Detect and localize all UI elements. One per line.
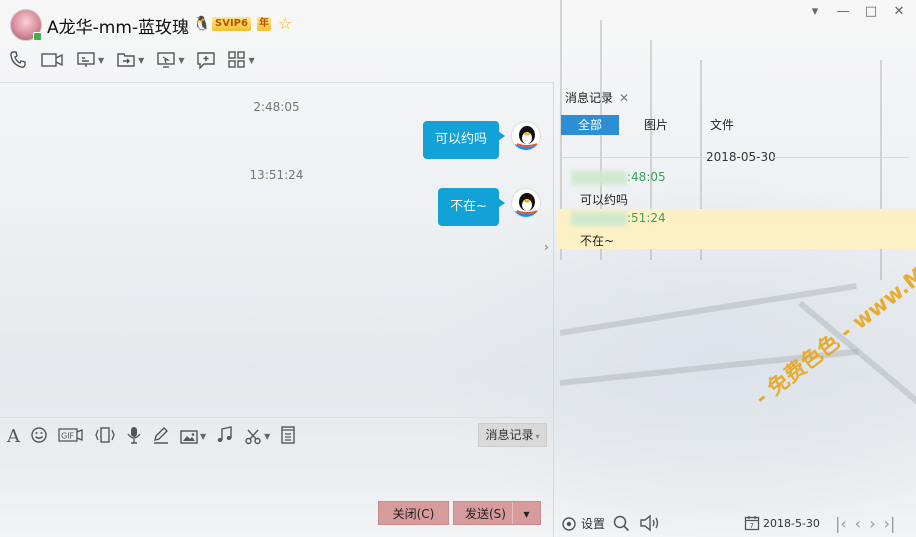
history-time: :48:05 [571,170,666,185]
speaker-icon[interactable] [639,514,661,535]
online-status-icon [33,32,42,41]
message-input[interactable] [0,451,553,497]
message-row: 可以约吗 [422,121,541,159]
first-page-icon[interactable]: |‹ [835,514,847,533]
close-tab-icon[interactable]: ✕ [619,91,629,105]
video-icon[interactable] [40,50,64,70]
collapse-panel-icon[interactable]: › [544,240,549,254]
remote-desktop-icon[interactable]: ▼ [156,50,184,70]
filter-all[interactable]: 全部 [561,115,619,135]
history-date: 2018-05-30 [706,150,776,164]
file-transfer-icon[interactable]: ▼ [116,50,144,70]
shake-icon[interactable] [94,426,116,447]
screenshot-icon[interactable]: ▼ [244,428,270,446]
send-button[interactable]: 发送(S) ▾ [453,501,541,525]
next-page-icon[interactable]: › [869,514,875,533]
date-picker-value: 2018-5-30 [763,516,820,530]
screen-share-icon[interactable]: ▼ [76,50,104,70]
date-separator: 2018-05-30 [554,150,916,164]
settings-label: 设置 [581,517,606,531]
tab-message-history[interactable]: 消息记录 ✕ [565,89,629,106]
send-label: 发送(S) [465,507,506,521]
handwriting-icon[interactable] [152,426,170,447]
message-timestamp: 13:51:24 [249,168,304,182]
vip-badges: 🐧 SVIP6 年 ☆ [193,14,292,33]
history-text: 不在~ [580,234,615,248]
chat-header: A龙华-mm-蓝玫瑰 🐧 SVIP6 年 ☆ ▾ — □ ✕ ▼ ▼ ▼ ▼ [0,0,916,82]
send-options-dropdown[interactable]: ▾ [512,502,540,524]
close-button[interactable]: 关闭(C) [378,501,449,525]
search-icon[interactable] [613,515,630,535]
message-list[interactable]: 2:48:05 可以约吗 13:51:24 不在~ [0,82,553,417]
message-timestamp: 2:48:05 [253,100,300,114]
minimize-icon[interactable]: — [836,4,850,19]
svg-text:GIF: GIF [61,432,75,441]
history-text: 可以约吗 [580,193,629,207]
emoji-icon[interactable] [30,426,48,447]
add-app-icon[interactable] [196,50,216,70]
settings-button[interactable]: 设置 [561,515,605,532]
qq-avatar[interactable] [511,188,541,218]
page-nav: |‹ ‹ › ›| [835,514,895,533]
close-icon[interactable]: ✕ [892,4,906,19]
chevron-down-icon: ▾ [535,432,540,441]
message-history-label: 消息记录 [485,428,534,442]
calendar-icon: 7 [744,516,760,531]
music-icon[interactable] [216,426,234,447]
qq-chat-window: A龙华-mm-蓝玫瑰 🐧 SVIP6 年 ☆ ▾ — □ ✕ ▼ ▼ ▼ ▼ 2… [0,0,916,537]
message-bubble[interactable]: 不在~ [438,188,505,226]
window-controls: ▾ — □ ✕ [808,4,906,19]
dropdown-icon[interactable]: ▾ [808,4,822,19]
qq-penguin-icon: 🐧 [193,15,211,32]
phone-icon[interactable] [8,50,28,70]
gif-icon[interactable]: GIF [58,426,84,447]
filter-images[interactable]: 图片 [627,115,685,135]
svip-badge[interactable]: SVIP6 [212,16,251,31]
image-icon[interactable]: ▼ [180,429,206,445]
contact-name[interactable]: A龙华-mm-蓝玫瑰 [47,13,189,38]
history-item[interactable]: :48:05 可以约吗 [557,167,916,209]
filter-files[interactable]: 文件 [693,115,751,135]
history-doc-icon[interactable] [280,426,296,447]
message-bubble[interactable]: 可以约吗 [422,121,506,159]
message-row: 不在~ [438,188,541,226]
contact-avatar[interactable] [10,9,42,41]
chat-toolbar: ▼ ▼ ▼ ▼ [8,50,255,70]
prev-page-icon[interactable]: ‹ [855,514,861,533]
annual-badge[interactable]: 年 [256,16,271,31]
font-icon[interactable]: A [7,426,20,447]
date-picker[interactable]: 7 2018-5-30 [744,515,820,531]
gear-icon [562,516,576,531]
message-history-button[interactable]: 消息记录 ▾ [478,423,547,447]
history-filters: 全部 图片 文件 [561,115,759,135]
svg-text:7: 7 [750,522,754,530]
star-icon[interactable]: ☆ [278,14,292,33]
history-item[interactable]: :51:24 不在~ [557,209,916,249]
input-toolbar: A GIF ▼ ▼ 消息记录 ▾ [0,417,553,451]
history-footer: 设置 7 2018-5-30 |‹ ‹ › ›| [554,510,916,537]
tab-label: 消息记录 [565,91,614,105]
history-time: :51:24 [571,211,666,226]
last-page-icon[interactable]: ›| [884,514,896,533]
maximize-icon[interactable]: □ [864,4,878,19]
apps-grid-icon[interactable]: ▼ [228,51,255,69]
qq-avatar[interactable] [511,121,541,151]
voice-icon[interactable] [126,426,142,447]
input-tools: A GIF ▼ ▼ [7,426,296,447]
